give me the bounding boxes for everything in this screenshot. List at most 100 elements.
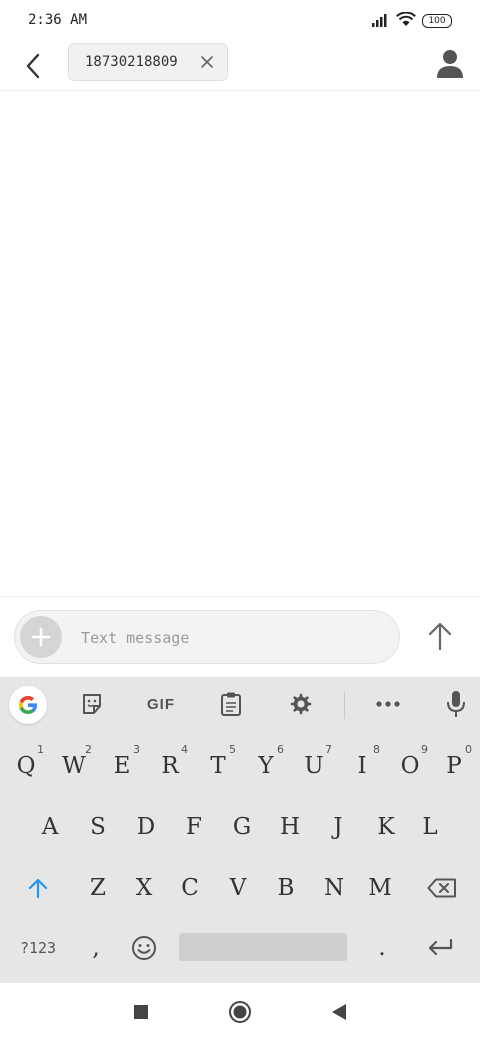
key-label: R — [161, 753, 179, 779]
space-bar[interactable] — [179, 933, 347, 961]
recent-apps-icon — [134, 1005, 148, 1019]
gear-icon — [290, 693, 312, 715]
clipboard-button[interactable] — [216, 689, 246, 719]
key-label: Z — [90, 875, 106, 901]
key-label: C — [181, 875, 199, 901]
battery-icon: 100 — [422, 14, 452, 28]
conversation-area — [0, 91, 480, 595]
comma-label: , — [92, 935, 100, 961]
mic-icon — [447, 691, 465, 717]
key-label: E — [113, 753, 131, 779]
key-label: V — [229, 875, 247, 901]
symbols-key[interactable]: ?123 — [10, 923, 66, 973]
key-h[interactable]: H — [268, 802, 312, 852]
key-p[interactable]: P0 — [432, 741, 476, 791]
key-f[interactable]: F — [172, 802, 216, 852]
status-time: 2:36 AM — [28, 12, 88, 28]
message-input[interactable] — [79, 621, 383, 655]
key-k[interactable]: K — [364, 802, 408, 852]
key-n[interactable]: N — [312, 863, 356, 913]
back-arrow-icon — [26, 53, 40, 79]
key-label: H — [279, 814, 301, 840]
key-label: G — [232, 814, 252, 840]
key-j[interactable]: J — [316, 802, 360, 852]
key-m[interactable]: M — [358, 863, 402, 913]
shift-key[interactable] — [16, 863, 60, 913]
key-g[interactable]: G — [220, 802, 264, 852]
back-icon — [332, 1004, 346, 1020]
plus-icon — [31, 627, 51, 647]
key-a[interactable]: A — [28, 802, 72, 852]
key-label: K — [377, 814, 395, 840]
key-label: F — [186, 814, 202, 840]
comma-key[interactable]: , — [74, 923, 118, 973]
period-key[interactable]: . — [360, 923, 404, 973]
enter-icon — [428, 938, 453, 956]
key-r[interactable]: R4 — [148, 741, 192, 791]
sticker-button[interactable] — [76, 689, 108, 719]
key-label: W — [62, 753, 86, 779]
keyboard-toolbar: GIF — [0, 677, 480, 732]
key-hint: 0 — [465, 743, 472, 756]
toolbar-divider — [344, 691, 345, 719]
home-icon — [229, 1001, 251, 1023]
key-label: S — [90, 814, 106, 840]
signal-icon — [372, 12, 390, 31]
backspace-icon — [427, 878, 456, 898]
key-q[interactable]: Q1 — [4, 741, 48, 791]
key-hint: 5 — [229, 743, 236, 756]
key-hint: 6 — [277, 743, 284, 756]
key-label: N — [323, 875, 345, 901]
recent-apps-button[interactable] — [126, 997, 156, 1027]
contact-button[interactable] — [436, 48, 464, 82]
recipient-chip[interactable]: 18730218809 — [68, 43, 228, 81]
settings-button[interactable] — [286, 689, 316, 719]
key-t[interactable]: T5 — [196, 741, 240, 791]
key-hint: 1 — [37, 743, 44, 756]
key-l[interactable]: L — [408, 802, 452, 852]
remove-recipient-button[interactable] — [199, 54, 215, 70]
enter-key[interactable] — [418, 923, 462, 973]
key-hint: 7 — [325, 743, 332, 756]
key-d[interactable]: D — [124, 802, 168, 852]
voice-input-button[interactable] — [442, 689, 470, 719]
send-button[interactable] — [426, 621, 454, 651]
key-label: I — [357, 753, 367, 779]
key-y[interactable]: Y6 — [244, 741, 288, 791]
recipient-number: 18730218809 — [85, 54, 178, 70]
attach-button[interactable] — [20, 616, 62, 658]
key-u[interactable]: U7 — [292, 741, 336, 791]
nav-back-button[interactable] — [324, 997, 354, 1027]
gif-button[interactable]: GIF — [140, 689, 182, 719]
home-button[interactable] — [225, 997, 255, 1027]
key-label: M — [368, 875, 392, 901]
sticker-icon — [83, 694, 101, 714]
key-c[interactable]: C — [168, 863, 212, 913]
back-button[interactable] — [18, 50, 50, 82]
backspace-key[interactable] — [420, 863, 464, 913]
key-label: U — [304, 753, 324, 779]
google-search-button[interactable] — [9, 686, 47, 724]
status-bar: 2:36 AM 100 — [0, 0, 480, 40]
conversation-header: 18730218809 — [0, 40, 480, 91]
key-o[interactable]: O9 — [388, 741, 432, 791]
compose-bar — [0, 596, 480, 677]
key-v[interactable]: V — [216, 863, 260, 913]
period-label: . — [378, 935, 386, 961]
key-e[interactable]: E3 — [100, 741, 144, 791]
key-s[interactable]: S — [76, 802, 120, 852]
key-hint: 9 — [421, 743, 428, 756]
key-b[interactable]: B — [264, 863, 308, 913]
emoji-key[interactable] — [122, 923, 166, 973]
key-label: X — [135, 875, 153, 901]
key-z[interactable]: Z — [76, 863, 120, 913]
key-label: Q — [16, 753, 36, 779]
key-label: B — [277, 875, 295, 901]
key-label: Y — [258, 753, 274, 779]
gif-label: GIF — [147, 695, 175, 713]
key-i[interactable]: I8 — [340, 741, 384, 791]
more-button[interactable] — [372, 689, 404, 719]
key-x[interactable]: X — [122, 863, 166, 913]
key-w[interactable]: W2 — [52, 741, 96, 791]
navigation-bar — [0, 982, 480, 1040]
